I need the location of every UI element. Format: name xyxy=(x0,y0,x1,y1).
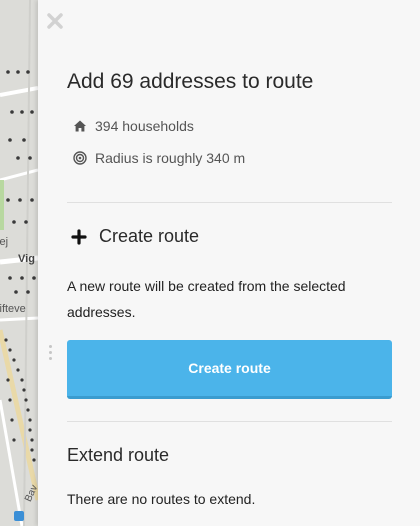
home-icon xyxy=(73,119,87,133)
create-route-button[interactable]: Create route xyxy=(67,340,392,399)
households-stat: 394 households xyxy=(73,118,194,134)
divider xyxy=(67,202,392,203)
radius-stat: Radius is roughly 340 m xyxy=(73,150,245,166)
create-route-heading-label: Create route xyxy=(99,226,200,246)
create-route-heading: Create route xyxy=(71,226,199,247)
map-transit-icon xyxy=(14,511,24,521)
households-text: 394 households xyxy=(95,118,194,134)
divider xyxy=(67,421,392,422)
radius-icon xyxy=(73,151,87,165)
map-view[interactable]: vej Vig kifteve Bav xyxy=(0,0,38,526)
close-icon xyxy=(47,13,63,29)
resize-handle[interactable] xyxy=(48,345,54,365)
close-button[interactable] xyxy=(44,10,66,32)
page-title: Add 69 addresses to route xyxy=(67,70,314,93)
map-label: Vig xyxy=(18,253,35,265)
map-label: vej xyxy=(0,236,9,248)
radius-text: Radius is roughly 340 m xyxy=(95,150,246,166)
create-route-description: A new route will be created from the sel… xyxy=(67,278,346,320)
extend-route-message: There are no routes to extend. xyxy=(67,491,256,507)
extend-route-heading: Extend route xyxy=(67,445,170,465)
add-addresses-panel: Add 69 addresses to route 394 households… xyxy=(38,0,420,526)
plus-icon xyxy=(71,228,87,245)
map-label: kifteve xyxy=(0,303,26,315)
